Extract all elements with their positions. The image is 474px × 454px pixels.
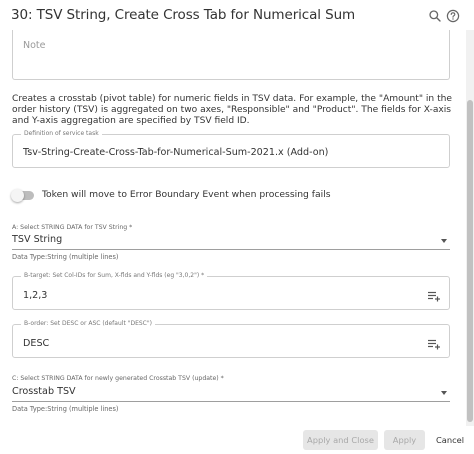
cancel-button[interactable]: Cancel [434, 430, 466, 450]
note-placeholder: Note [23, 40, 46, 51]
insert-variable-icon[interactable] [427, 288, 441, 302]
field-c-label: C: Select STRING DATA for newly generate… [12, 375, 224, 382]
error-boundary-toggle-row: Token will move to Error Boundary Event … [11, 188, 452, 204]
field-c-select[interactable]: Crosstab TSV [12, 384, 450, 402]
b-order-legend: B-order: Set DESC or ASC (default "DESC"… [21, 320, 155, 327]
task-description: Creates a crosstab (pivot table) for num… [12, 94, 453, 126]
service-task-legend: Definition of service task [21, 130, 102, 137]
toggle-knob [11, 189, 24, 202]
field-a-helper: Data Type:String (multiple lines) [12, 253, 119, 261]
field-a-label: A: Select STRING DATA for TSV String * [12, 224, 133, 231]
scrollbar-thumb[interactable] [467, 100, 473, 422]
field-a-select[interactable]: TSV String [12, 232, 450, 250]
service-task-definition-field: Definition of service task Tsv-String-Cr… [12, 130, 450, 168]
b-target-field[interactable]: B-target: Set Col-IDs for Sum, X-flds an… [12, 272, 450, 310]
service-task-value: Tsv-String-Create-Cross-Tab-for-Numerica… [23, 147, 329, 158]
apply-button[interactable]: Apply [384, 430, 425, 450]
dialog-header: 30: TSV String, Create Cross Tab for Num… [0, 0, 474, 30]
apply-and-close-button[interactable]: Apply and Close [303, 430, 378, 450]
caret-down-icon [441, 391, 447, 395]
field-c-helper: Data Type:String (multiple lines) [12, 405, 119, 413]
search-icon[interactable] [428, 8, 442, 22]
caret-down-icon [441, 239, 447, 243]
field-c-value: Crosstab TSV [12, 386, 76, 397]
field-a-value: TSV String [12, 234, 63, 245]
insert-variable-icon[interactable] [427, 336, 441, 350]
b-target-value: 1,2,3 [23, 290, 48, 301]
error-boundary-toggle[interactable] [11, 189, 34, 202]
b-order-field[interactable]: B-order: Set DESC or ASC (default "DESC"… [12, 320, 450, 358]
note-field[interactable]: Note [12, 30, 450, 80]
b-order-value: DESC [23, 338, 50, 349]
error-boundary-toggle-label: Token will move to Error Boundary Event … [42, 189, 331, 200]
dialog-title: 30: TSV String, Create Cross Tab for Num… [11, 7, 356, 23]
form-content: Note Creates a crosstab (pivot table) fo… [0, 30, 474, 426]
help-icon[interactable] [446, 8, 460, 23]
b-target-legend: B-target: Set Col-IDs for Sum, X-flds an… [21, 272, 208, 279]
dialog-footer: Apply and Close Apply Cancel [0, 426, 474, 454]
